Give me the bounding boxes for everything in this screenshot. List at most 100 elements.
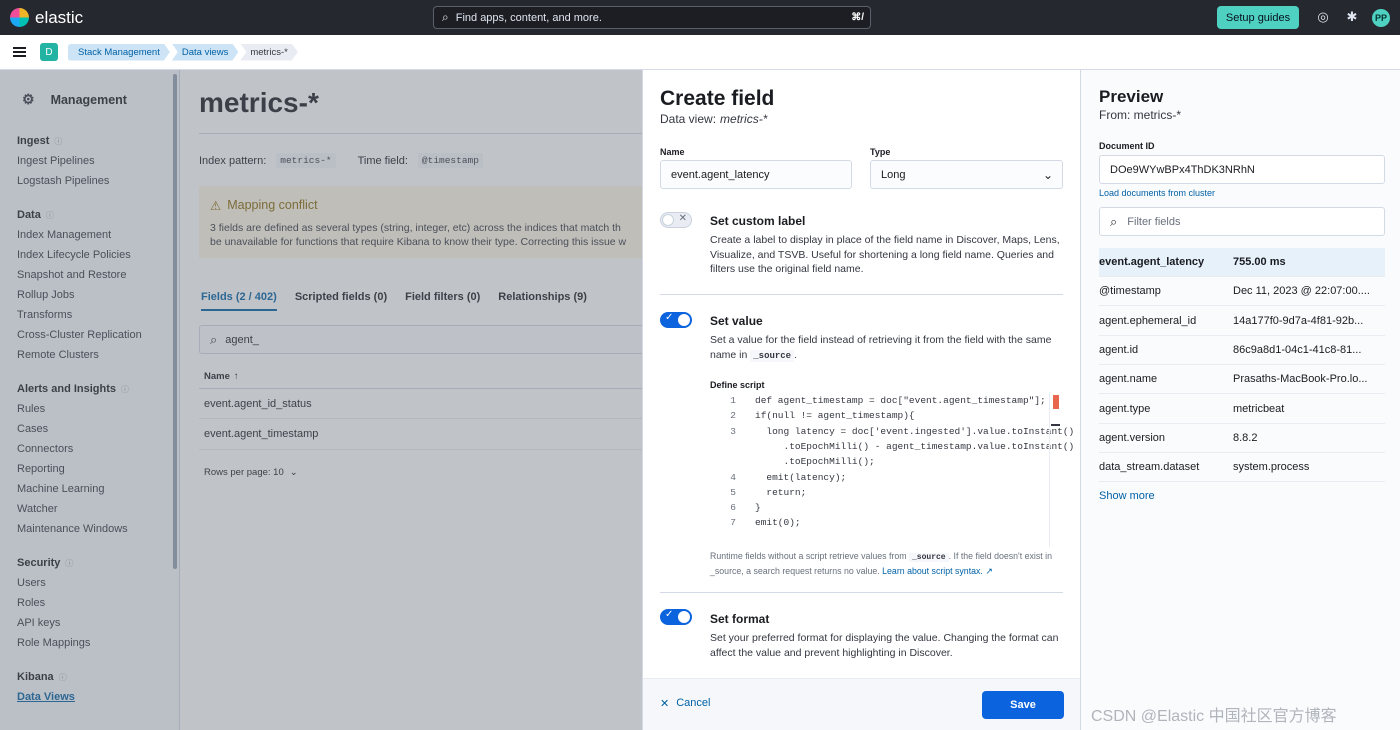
document-id-value: DOe9WYwBPx4ThDK3NRhN: [1110, 163, 1255, 176]
preview-field-value: Prasaths-MacBook-Pro.lo...: [1233, 373, 1368, 386]
elastic-logo[interactable]: elastic: [10, 8, 83, 28]
preview-field-value: system.process: [1233, 461, 1310, 474]
preview-field-value: 14a177f0-9d7a-4f81-92b...: [1233, 314, 1364, 327]
search-icon: ⌕: [1110, 213, 1118, 229]
save-button[interactable]: Save: [982, 691, 1064, 719]
set-format-toggle[interactable]: ✓: [660, 609, 692, 625]
breadcrumb-stack-management[interactable]: Stack Management: [68, 44, 170, 61]
code-line: 7 emit(0);: [710, 517, 800, 532]
toggle-knob: [662, 214, 674, 226]
preview-panel: Preview From: metrics-* Document ID DOe9…: [1080, 70, 1400, 730]
preview-title: Preview: [1099, 87, 1164, 106]
divider: [660, 592, 1063, 593]
code-line: 3 long latency = doc['event.ingested'].v…: [710, 426, 1074, 441]
preview-field-row[interactable]: agent.ephemeral_id 14a177f0-9d7a-4f81-92b…: [1099, 307, 1385, 336]
code-line: .toEpochMilli() - agent_timestamp.value.…: [710, 440, 1075, 456]
code-line: 1 def agent_timestamp = doc["event.agent_…: [710, 395, 1046, 410]
cancel-label: Cancel: [676, 697, 711, 709]
preview-from: From: metrics-*: [1099, 108, 1181, 122]
define-script-label: Define script: [710, 380, 765, 390]
show-more-link[interactable]: Show more: [1099, 490, 1155, 502]
line-number: 1: [730, 395, 736, 406]
search-icon: ⌕: [442, 10, 449, 24]
cancel-button[interactable]: ✕ Cancel: [660, 697, 710, 710]
close-icon: ✕: [660, 698, 670, 710]
line-number: 5: [730, 486, 736, 498]
help-text: Runtime fields without a script retrieve…: [710, 551, 907, 561]
code-text: long latency = doc['event.ingested'].val…: [755, 425, 1075, 437]
line-number: 6: [730, 502, 736, 514]
name-label: Name: [660, 147, 685, 157]
flyout-title: Create field: [660, 87, 775, 110]
external-link-icon: ↗: [985, 565, 993, 576]
preview-field-value: 8.8.2: [1233, 431, 1258, 444]
filter-fields-input[interactable]: ⌕ Filter fields: [1099, 207, 1385, 236]
preview-field-row[interactable]: agent.name Prasaths-MacBook-Pro.lo...: [1099, 365, 1385, 395]
code-text: return;: [755, 486, 807, 498]
news-icon[interactable]: ✱: [1345, 10, 1359, 24]
preview-field-name: event.agent_latency: [1099, 256, 1205, 268]
check-icon: ✓: [665, 609, 674, 620]
custom-label-title: Set custom label: [710, 214, 806, 228]
breadcrumb-current: metrics-*: [240, 44, 297, 61]
preview-field-value: metricbeat: [1233, 402, 1285, 415]
script-syntax-link[interactable]: Learn about script syntax.: [882, 566, 983, 576]
document-id-input[interactable]: DOe9WYwBPx4ThDK3NRhN: [1099, 155, 1385, 184]
top-bar: elastic ⌕ Find apps, content, and more. …: [0, 0, 1400, 35]
preview-field-name: data_stream.dataset: [1099, 461, 1200, 474]
breadcrumb-bar: D Stack Management Data views metrics-*: [0, 35, 1400, 70]
flyout-overlay-mask[interactable]: [0, 70, 642, 730]
set-value-toggle[interactable]: ✓: [660, 312, 692, 328]
preview-field-value: 86c9a8d1-04c1-41c8-81...: [1233, 343, 1362, 356]
filter-fields-placeholder: Filter fields: [1127, 215, 1181, 228]
script-help-text: Runtime fields without a script retrieve…: [710, 550, 1062, 577]
custom-label-toggle[interactable]: ✕: [660, 212, 692, 228]
code-line: 5 return;: [710, 487, 806, 502]
breadcrumb-data-views[interactable]: Data views: [172, 44, 238, 61]
preview-field-row[interactable]: agent.type metricbeat: [1099, 395, 1385, 424]
check-icon: ✓: [665, 312, 674, 323]
menu-icon[interactable]: [13, 47, 26, 57]
divider: [660, 294, 1063, 295]
breadcrumb: Stack Management Data views metrics-*: [68, 44, 300, 61]
search-shortcut: ⌘/: [851, 12, 864, 23]
preview-fields-list: event.agent_latency 755.00 ms @timestamp De…: [1099, 248, 1385, 483]
code-text: }: [755, 502, 761, 514]
space-selector[interactable]: D: [40, 43, 58, 61]
code-line: .toEpochMilli();: [710, 456, 875, 471]
line-number: 4: [730, 471, 736, 483]
code-text: .toEpochMilli() - agent_timestamp.value.…: [755, 440, 1075, 452]
subtitle-prefix: Data view:: [660, 112, 717, 126]
code-text: def agent_timestamp = doc["event.agent_t…: [755, 395, 1046, 406]
type-select-value: Long: [881, 168, 906, 181]
preview-field-row[interactable]: agent.version 8.8.2: [1099, 424, 1385, 453]
set-value-desc: Set a value for the field instead of ret…: [710, 333, 1062, 363]
set-value-desc-end: .: [794, 348, 798, 361]
create-field-flyout: Create field Data view: metrics-* Name e…: [642, 70, 1080, 730]
code-text: if(null != agent_timestamp){: [755, 410, 915, 422]
line-number: 7: [730, 517, 736, 529]
line-number: 2: [730, 410, 736, 422]
preview-field-row[interactable]: event.agent_latency 755.00 ms: [1099, 248, 1385, 277]
editor-scroll-marker: [1051, 424, 1060, 426]
user-avatar[interactable]: PP: [1372, 9, 1390, 27]
line-number: [710, 441, 755, 456]
preview-field-row[interactable]: @timestamp Dec 11, 2023 @ 22:07:00....: [1099, 277, 1385, 307]
source-code: _source: [750, 349, 795, 362]
preview-field-row[interactable]: agent.id 86c9a8d1-04c1-41c8-81...: [1099, 336, 1385, 365]
toggle-knob: [678, 314, 690, 326]
document-id-label: Document ID: [1099, 141, 1155, 151]
preview-field-value: Dec 11, 2023 @ 22:07:00....: [1233, 285, 1370, 298]
load-documents-link[interactable]: Load documents from cluster: [1099, 188, 1215, 198]
preview-field-row[interactable]: data_stream.dataset system.process: [1099, 453, 1385, 483]
type-select[interactable]: Long ⌄: [870, 160, 1063, 189]
elastic-logo-icon: [10, 8, 29, 27]
help-icon[interactable]: ◎: [1316, 10, 1330, 24]
name-field[interactable]: event.agent_latency: [660, 160, 852, 189]
global-search[interactable]: ⌕ Find apps, content, and more. ⌘/: [433, 6, 871, 29]
flyout-footer: ✕ Cancel Save: [643, 678, 1080, 730]
line-number: [710, 456, 755, 471]
script-editor[interactable]: 1 def agent_timestamp = doc["event.agent_…: [710, 392, 1074, 547]
setup-guides-button[interactable]: Setup guides: [1217, 6, 1299, 29]
preview-field-name: agent.id: [1099, 343, 1139, 356]
